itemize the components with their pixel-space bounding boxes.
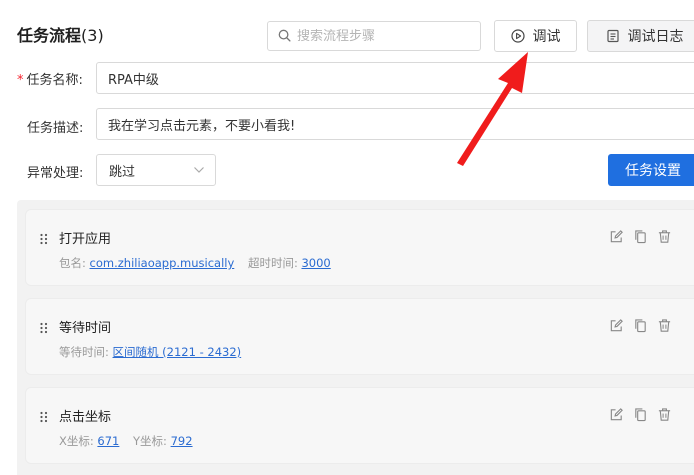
step-actions <box>609 229 673 245</box>
task-name-input[interactable]: RPA中级 <box>96 62 694 94</box>
meta-label: 超时时间: <box>247 256 298 270</box>
task-settings-label: 任务设置 <box>625 163 681 179</box>
search-input[interactable] <box>297 28 467 44</box>
error-handling-label-text: 异常处理: <box>27 166 84 181</box>
step-meta: X坐标: 671 Y坐标: 792 <box>59 433 203 449</box>
play-circle-icon <box>510 29 525 43</box>
meta-label: Y坐标: <box>133 434 167 448</box>
log-icon <box>606 29 620 43</box>
meta-value-link[interactable]: 792 <box>171 434 193 448</box>
copy-icon[interactable] <box>633 318 649 334</box>
edit-icon[interactable] <box>609 318 625 334</box>
copy-icon[interactable] <box>633 407 649 423</box>
chevron-down-icon <box>193 163 205 178</box>
step-meta: 等待时间: 区间随机 (2121 - 2432) <box>59 344 251 360</box>
task-name-label-text: 任务名称: <box>26 73 83 88</box>
edit-icon[interactable] <box>609 407 625 423</box>
trash-icon[interactable] <box>657 407 673 423</box>
meta-value-link[interactable]: 671 <box>97 434 119 448</box>
task-name-label: * 任务名称: <box>17 69 83 88</box>
page-title: 任务流程(3) <box>17 22 104 46</box>
task-desc-label-text: 任务描述: <box>27 121 84 136</box>
task-settings-button[interactable]: 任务设置 <box>608 154 694 186</box>
copy-icon[interactable] <box>633 229 649 245</box>
step-card[interactable]: 点击坐标 X坐标: 671 Y坐标: 792 <box>25 387 694 464</box>
task-name-value: RPA中级 <box>108 72 159 88</box>
error-handling-select[interactable]: 跳过 <box>96 154 216 186</box>
error-handling-label: 异常处理: <box>27 162 83 181</box>
task-flow-panel: 任务流程(3) 调试 调试日志 *任务名称: RPA中级 任务描述: 我在学习点… <box>0 0 694 475</box>
step-actions <box>609 407 673 423</box>
error-handling-value: 跳过 <box>109 164 136 180</box>
title-text: 任务流程 <box>17 26 82 45</box>
step-meta: 包名: com.zhiliaoapp.musically 超时时间: 3000 <box>59 255 341 271</box>
task-desc-input[interactable]: 我在学习点击元素，不要小看我! <box>96 108 694 140</box>
step-name: 等待时间 <box>59 321 112 336</box>
step-card[interactable]: 等待时间 等待时间: 区间随机 (2121 - 2432) <box>25 298 694 375</box>
search-icon <box>278 27 291 46</box>
step-list: 打开应用 包名: com.zhiliaoapp.musically 超时时间: … <box>17 200 694 475</box>
drag-handle-icon[interactable] <box>39 319 49 338</box>
meta-value-link[interactable]: com.zhiliaoapp.musically <box>90 256 235 270</box>
step-name: 打开应用 <box>59 232 112 247</box>
trash-icon[interactable] <box>657 318 673 334</box>
task-desc-value: 我在学习点击元素，不要小看我! <box>108 118 296 134</box>
meta-value-link[interactable]: 区间随机 (2121 - 2432) <box>113 345 242 359</box>
step-name: 点击坐标 <box>59 410 112 425</box>
edit-icon[interactable] <box>609 229 625 245</box>
required-mark: * <box>17 73 24 88</box>
meta-value-link[interactable]: 3000 <box>301 256 330 270</box>
meta-label: 包名: <box>59 256 86 270</box>
drag-handle-icon[interactable] <box>39 230 49 249</box>
task-desc-label: 任务描述: <box>27 117 83 136</box>
trash-icon[interactable] <box>657 229 673 245</box>
meta-label: X坐标: <box>59 434 94 448</box>
meta-label: 等待时间: <box>59 345 109 359</box>
debug-log-button[interactable]: 调试日志 <box>587 20 694 52</box>
debug-label: 调试 <box>532 29 561 45</box>
drag-handle-icon[interactable] <box>39 408 49 427</box>
log-label: 调试日志 <box>627 29 684 45</box>
search-box[interactable] <box>267 21 481 51</box>
debug-button[interactable]: 调试 <box>494 20 577 52</box>
step-actions <box>609 318 673 334</box>
step-card[interactable]: 打开应用 包名: com.zhiliaoapp.musically 超时时间: … <box>25 209 694 286</box>
step-count: (3) <box>81 26 104 45</box>
